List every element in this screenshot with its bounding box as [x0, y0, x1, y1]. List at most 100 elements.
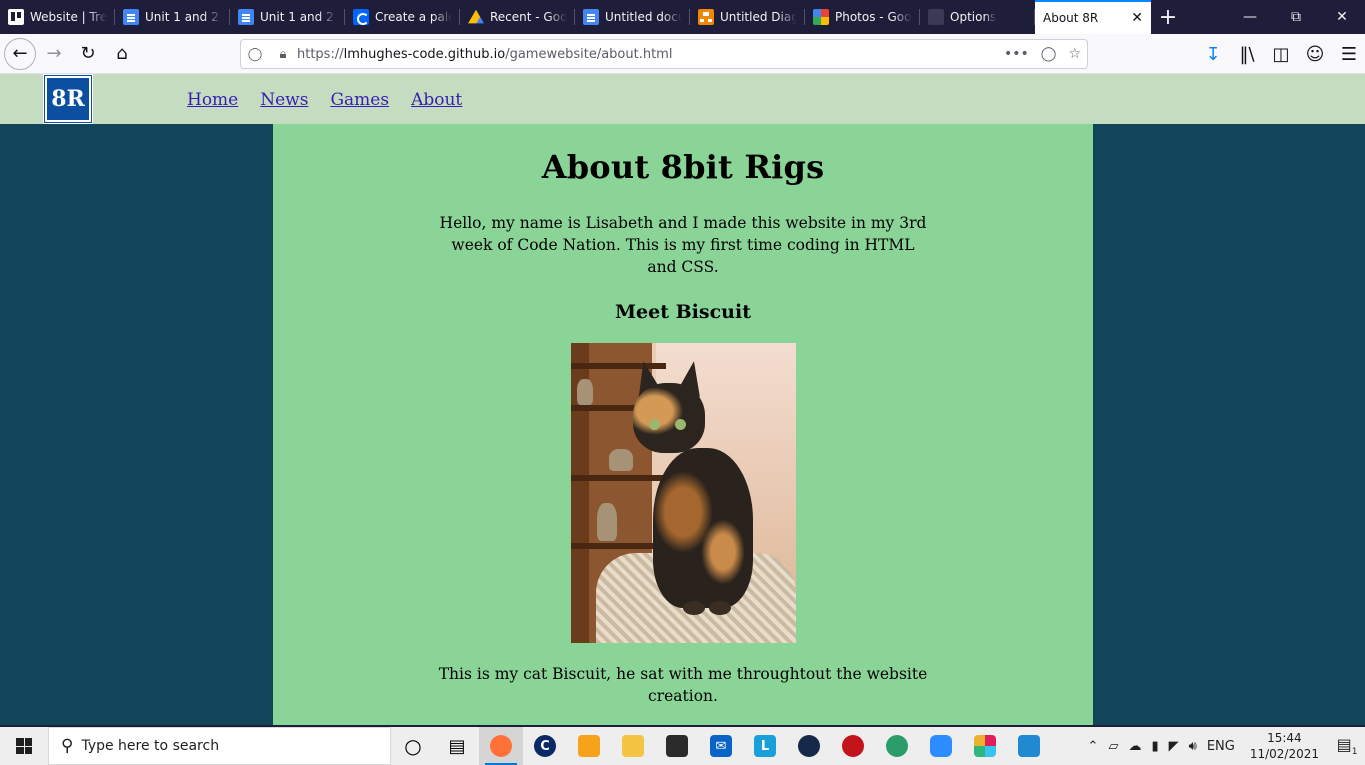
task-view-button[interactable]: ▤ — [435, 727, 479, 765]
sidebar-icon[interactable]: ◫ — [1265, 38, 1297, 70]
close-tab-icon[interactable]: ✕ — [1131, 10, 1143, 26]
page-viewport: 8R Home News Games About About 8bit Rigs… — [0, 74, 1365, 725]
tab-label: Photos - Goog — [835, 10, 912, 24]
browser-c-icon: C — [534, 735, 556, 757]
taskbar-store[interactable] — [655, 727, 699, 765]
browser-tab[interactable]: Untitled Diag — [690, 0, 805, 34]
url-domain: lmhughes-code.github.io — [343, 46, 506, 62]
cat-paw — [708, 601, 731, 615]
taskbar-firefox[interactable] — [479, 727, 523, 765]
browser-tab[interactable]: Options — [920, 0, 1035, 34]
clock[interactable]: 15:44 11/02/2021 — [1240, 730, 1329, 762]
cat-body — [652, 448, 753, 608]
taskbar-app[interactable] — [567, 727, 611, 765]
tray-device-icon[interactable]: ▱ — [1103, 739, 1123, 754]
forward-button[interactable]: → — [38, 38, 70, 70]
mail-icon: ✉ — [710, 735, 732, 757]
downloads-icon[interactable]: ↧ — [1197, 38, 1229, 70]
page-actions-icon[interactable]: ••• — [1004, 46, 1029, 62]
notification-center-icon[interactable]: ▤1 — [1329, 735, 1365, 757]
nav-link-home[interactable]: Home — [187, 90, 238, 110]
photo-shelf — [570, 475, 666, 481]
show-hidden-icons-icon[interactable]: ⌃ — [1083, 739, 1104, 754]
minimize-button[interactable]: — — [1227, 0, 1273, 34]
lock-icon[interactable]: 🔒︎ — [269, 47, 297, 62]
tab-list: Website | Trello Unit 1 and 2 r Unit 1 and… — [0, 0, 1151, 34]
browser-tab[interactable]: Untitled docu — [575, 0, 690, 34]
tab-label: Create a palet — [375, 10, 452, 24]
menu-icon[interactable]: ☰ — [1333, 38, 1365, 70]
taskbar-steam[interactable] — [787, 727, 831, 765]
url-text[interactable]: https://lmhughes-code.github.io/gamewebs… — [297, 47, 672, 62]
cat-eye — [674, 419, 686, 430]
browser-tab-active[interactable]: About 8R ✕ — [1035, 0, 1151, 34]
tracking-shield-icon[interactable]: ◯ — [241, 47, 269, 62]
trello-icon — [8, 9, 24, 25]
cortana-button[interactable]: ○ — [391, 727, 435, 765]
google-docs-icon — [123, 9, 139, 25]
taskbar-app-red[interactable] — [831, 727, 875, 765]
nav-link-about[interactable]: About — [411, 90, 462, 110]
battery-icon[interactable]: ▮ — [1146, 739, 1163, 754]
taskbar-coolors[interactable]: C — [523, 727, 567, 765]
windows-taskbar: ⚲ Type here to search ○ ▤ C ✉ L ⌃ ▱ ☁ ▮ … — [0, 727, 1365, 765]
browser-tab[interactable]: Unit 1 and 2 C — [230, 0, 345, 34]
steam-icon — [798, 735, 820, 757]
onedrive-icon[interactable]: ☁ — [1123, 739, 1146, 754]
pocket-icon[interactable]: ◯ — [1041, 46, 1057, 62]
reload-icon: ↻ — [80, 43, 96, 64]
taskbar-l-app[interactable]: L — [743, 727, 787, 765]
page-title: About 8bit Rigs — [541, 148, 825, 186]
taskbar-slack[interactable] — [963, 727, 1007, 765]
taskbar-edge[interactable] — [875, 727, 919, 765]
search-icon: ⚲ — [61, 736, 74, 756]
system-tray: ⌃ ▱ ☁ ▮ ◤ 🔊︎ ENG 15:44 11/02/2021 ▤1 — [1083, 727, 1365, 765]
task-view-icon: ▤ — [448, 735, 466, 757]
nav-link-news[interactable]: News — [260, 90, 308, 110]
google-docs-icon — [583, 9, 599, 25]
google-drive-icon — [468, 9, 484, 24]
browser-tab[interactable]: Photos - Goog — [805, 0, 920, 34]
arrow-right-icon: → — [46, 43, 62, 64]
restore-button[interactable]: ⧉ — [1273, 0, 1319, 34]
browser-tab[interactable]: Website | Trello — [0, 0, 115, 34]
window-controls: — ⧉ ✕ — [1227, 0, 1365, 34]
site-logo[interactable]: 8R — [43, 74, 93, 124]
folder-icon — [622, 735, 644, 757]
reload-button[interactable]: ↻ — [72, 38, 104, 70]
arrow-left-icon: ← — [12, 43, 28, 64]
new-tab-button[interactable]: + — [1151, 0, 1185, 34]
volume-icon[interactable]: 🔊︎ — [1184, 739, 1202, 754]
home-icon: ⌂ — [116, 43, 128, 64]
clock-time: 15:44 — [1267, 731, 1302, 745]
bookmark-star-icon[interactable]: ☆ — [1068, 46, 1081, 62]
back-button[interactable]: ← — [4, 37, 36, 70]
home-button[interactable]: ⌂ — [106, 38, 138, 70]
cat-head — [632, 383, 705, 453]
taskbar-mail[interactable]: ✉ — [699, 727, 743, 765]
url-path: /gamewebsite/about.html — [505, 46, 673, 62]
browser-tab[interactable]: Create a palet — [345, 0, 460, 34]
account-icon[interactable]: ☺ — [1299, 38, 1331, 70]
wifi-icon[interactable]: ◤ — [1164, 739, 1184, 754]
options-icon — [928, 9, 944, 25]
taskbar-zoom[interactable] — [919, 727, 963, 765]
taskbar-vscode[interactable] — [1007, 727, 1051, 765]
notification-count: 1 — [1351, 747, 1358, 758]
taskbar-search[interactable]: ⚲ Type here to search — [48, 727, 391, 765]
toolbar-right: ↧ ‖\ ◫ ☺ ☰ — [1195, 34, 1365, 74]
close-window-button[interactable]: ✕ — [1319, 0, 1365, 34]
address-bar-actions: ••• ◯ ☆ — [1004, 40, 1081, 68]
browser-tab[interactable]: Recent - Goog — [460, 0, 575, 34]
tab-label: About 8R — [1043, 11, 1099, 25]
taskbar-file-explorer[interactable] — [611, 727, 655, 765]
photo-figurine — [596, 503, 617, 541]
start-button[interactable] — [0, 727, 48, 765]
address-bar[interactable]: ◯ 🔒︎ https://lmhughes-code.github.io/gam… — [240, 39, 1088, 69]
language-indicator[interactable]: ENG — [1202, 739, 1240, 754]
library-icon[interactable]: ‖\ — [1231, 38, 1263, 70]
browser-tab[interactable]: Unit 1 and 2 r — [115, 0, 230, 34]
diagrams-icon — [698, 9, 714, 25]
nav-link-games[interactable]: Games — [330, 90, 389, 110]
tab-label: Unit 1 and 2 C — [260, 10, 337, 24]
